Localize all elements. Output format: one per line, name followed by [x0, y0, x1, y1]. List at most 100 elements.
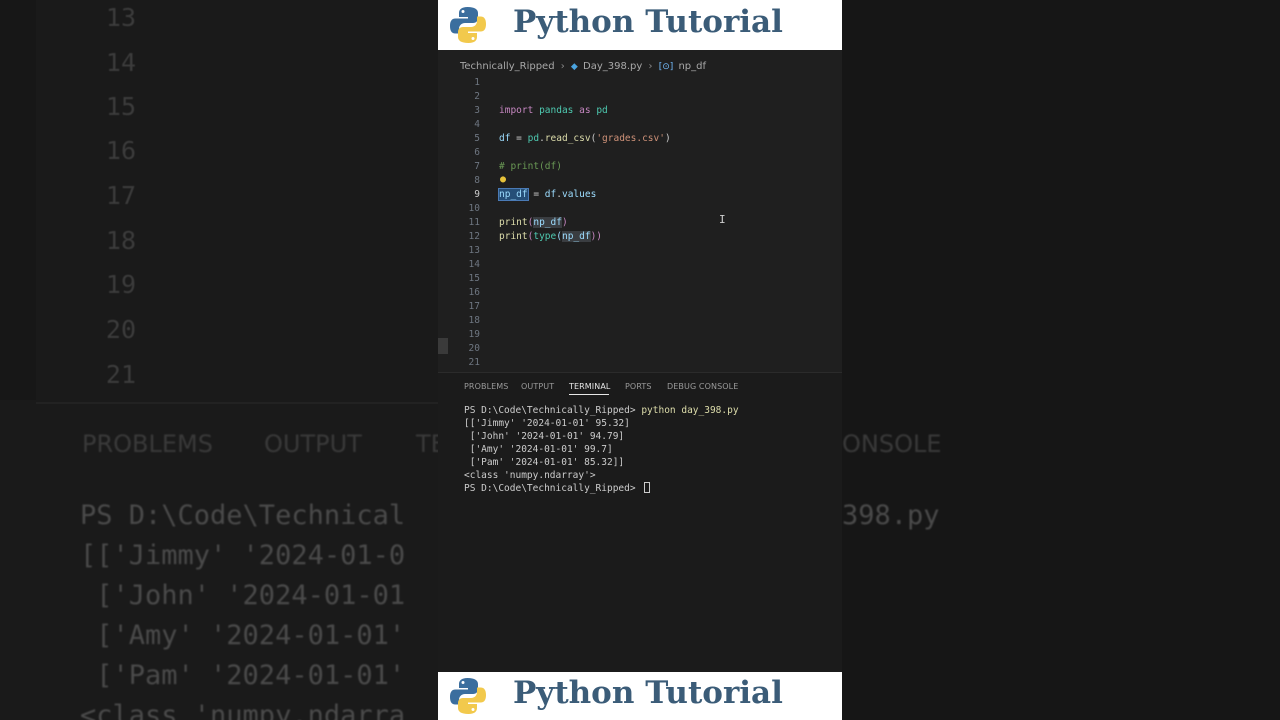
background-line-number: 13: [105, 3, 136, 32]
background-divider: [36, 402, 438, 404]
line-number: 13: [468, 245, 480, 256]
background-terminal-line: <class 'numpy.ndarra: [80, 700, 406, 720]
line-number: 12: [468, 231, 480, 242]
top-banner: Python Tutorial: [438, 0, 842, 50]
code-line: 10: [438, 202, 842, 216]
code-editor[interactable]: 1 2 3 import pandas as pd 4 5 df = pd.read…: [438, 76, 842, 372]
code-line: 21: [438, 356, 842, 370]
tab-problems[interactable]: PROBLEMS: [464, 382, 508, 391]
function-name: read_csv: [544, 133, 591, 144]
line-number: 3: [474, 105, 480, 116]
code-line: 16: [438, 286, 842, 300]
code-line: 4: [438, 118, 842, 132]
line-number: 10: [468, 203, 480, 214]
line-number: 7: [474, 161, 480, 172]
line-number: 8: [474, 175, 480, 186]
panel-tabs: PROBLEMS OUTPUT TERMINAL PORTS DEBUG CON…: [438, 373, 842, 401]
line-number: 18: [468, 315, 480, 326]
code-line: 5 df = pd.read_csv('grades.csv'): [438, 132, 842, 146]
tab-debug-console[interactable]: DEBUG CONSOLE: [667, 382, 738, 391]
string-literal: 'grades.csv': [596, 133, 665, 144]
background-tab: TE: [416, 430, 438, 458]
terminal-output-line: <class 'numpy.ndarray'>: [464, 470, 596, 481]
operator: =: [510, 133, 528, 144]
background-tab: PROBLEMS: [82, 430, 213, 458]
terminal-output-line: ['Pam' '2024-01-01' 85.32]]: [464, 457, 625, 468]
highlighted-identifier: np_df: [561, 231, 591, 242]
python-logo-icon: [450, 7, 486, 43]
background-right: ONSOLE 398.py: [842, 0, 1280, 720]
paren: )): [590, 231, 603, 242]
breadcrumb-symbol[interactable]: np_df: [678, 61, 706, 72]
background-line-number: 20: [105, 315, 136, 344]
background-left: 13 14 15 16 17 18 19 20 21 PROBLEMS OUTP…: [0, 0, 438, 720]
line-number: 4: [474, 119, 480, 130]
terminal-command: python day_398.py: [641, 405, 739, 416]
background-line-number: 17: [105, 181, 136, 210]
tab-ports[interactable]: PORTS: [625, 382, 652, 391]
terminal-output-line: ['Amy' '2024-01-01' 99.7]: [464, 444, 613, 455]
breadcrumb-folder[interactable]: Technically_Ripped: [460, 61, 555, 72]
code-line-active: 9 np_df = df.values: [438, 188, 842, 202]
background-line-number: 18: [105, 226, 136, 255]
code-text[interactable]: print(type(np_df)): [499, 230, 602, 244]
code-line: 8 ●: [438, 174, 842, 188]
variable-icon: [⊙]: [658, 62, 674, 72]
breadcrumb-file[interactable]: Day_398.py: [583, 61, 642, 72]
terminal-input[interactable]: PS D:\Code\Technically_Ripped>: [464, 482, 651, 495]
code-text[interactable]: import pandas as pd: [499, 104, 608, 118]
line-number: 19: [468, 329, 480, 340]
line-number: 15: [468, 273, 480, 284]
code-line: 6: [438, 146, 842, 160]
code-text[interactable]: df = pd.read_csv('grades.csv'): [499, 132, 671, 146]
code-line: 3 import pandas as pd: [438, 104, 842, 118]
keyword: as: [579, 105, 591, 116]
background-terminal-line: ['John' '2024-01-01: [80, 580, 406, 611]
background-tab: ONSOLE: [842, 430, 942, 458]
line-number: 9: [474, 189, 480, 200]
chevron-right-icon: ›: [560, 61, 565, 72]
code-comment[interactable]: # print(df): [499, 160, 562, 174]
builtin-type: type: [533, 231, 557, 242]
operator: =: [527, 189, 545, 200]
code-line: 19: [438, 328, 842, 342]
terminal-prompt[interactable]: PS D:\Code\Technically_Ripped> python da…: [464, 404, 739, 417]
line-number: 16: [468, 287, 480, 298]
function-name: print: [499, 217, 528, 228]
background-terminal-line: 398.py: [842, 500, 940, 531]
module-alias: pd: [527, 133, 540, 144]
background-line-number: 14: [105, 48, 136, 77]
terminal-prompt-text: PS D:\Code\Technically_Ripped>: [464, 405, 642, 416]
line-number: 6: [474, 147, 480, 158]
code-line: 7 # print(df): [438, 160, 842, 174]
code-line: 1: [438, 76, 842, 90]
banner-title: Python Tutorial: [513, 675, 783, 711]
lightbulb-icon[interactable]: ●: [500, 173, 506, 187]
function-name: print: [499, 231, 528, 242]
background-line-number: 16: [105, 136, 136, 165]
module-alias: pd: [596, 105, 608, 116]
terminal-output-line: [['Jimmy' '2024-01-01' 95.32]: [464, 418, 630, 429]
background-terminal-line: PS D:\Code\Technical: [80, 500, 406, 531]
background-tab: OUTPUT: [264, 430, 362, 458]
terminal-prompt-text: PS D:\Code\Technically_Ripped>: [464, 483, 642, 494]
line-number: 20: [468, 343, 480, 354]
background-terminal-line: ['Pam' '2024-01-01': [80, 660, 406, 691]
line-number: 11: [468, 217, 480, 228]
line-number: 17: [468, 301, 480, 312]
code-line: 13: [438, 244, 842, 258]
code-line: 12 print(type(np_df)): [438, 230, 842, 244]
keyword: import: [499, 105, 534, 116]
code-text[interactable]: np_df = df.values: [498, 188, 596, 202]
background-terminal-line: ['Amy' '2024-01-01': [80, 620, 406, 651]
code-line: 15: [438, 272, 842, 286]
line-number: 21: [468, 357, 480, 368]
tab-output[interactable]: OUTPUT: [521, 382, 554, 391]
tab-terminal[interactable]: TERMINAL: [569, 382, 610, 391]
paren: ): [664, 133, 671, 144]
paren: ): [561, 217, 568, 228]
code-line: 18: [438, 314, 842, 328]
code-line: 11 print(np_df): [438, 216, 842, 230]
python-logo-icon: [450, 678, 486, 714]
code-text[interactable]: print(np_df): [499, 216, 568, 230]
